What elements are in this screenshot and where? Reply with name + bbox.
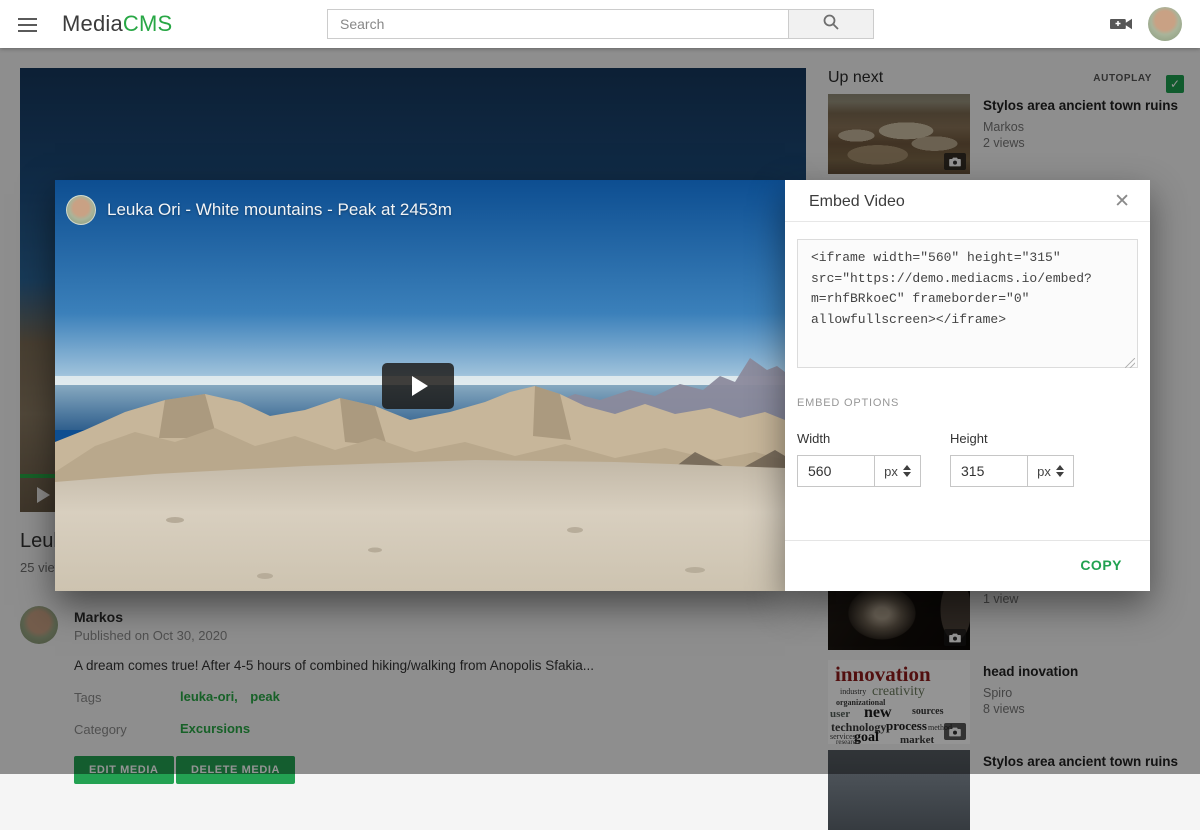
menu-button[interactable] [18,14,40,34]
embed-video-dialog: Embed Video ✕ <iframe width="560" height… [785,180,1150,591]
height-field: Height px [950,431,1074,487]
embed-code-textarea[interactable]: <iframe width="560" height="315" src="ht… [797,239,1138,368]
embed-options-label: EMBED OPTIONS [797,397,1138,409]
logo[interactable]: MediaCMS [62,11,172,37]
updown-arrows-icon [903,465,911,477]
preview-title: Leuka Ori - White mountains - Peak at 24… [107,200,452,220]
play-icon [412,376,428,396]
width-unit-select[interactable]: px [874,455,921,487]
logo-media: Media [62,11,123,36]
embed-code-wrap: <iframe width="560" height="315" src="ht… [797,239,1138,373]
videocam-plus-icon [1110,20,1134,37]
dialog-footer: COPY [785,540,1150,591]
embed-options-fields: Width px Height px [797,431,1138,497]
preview-play-button[interactable] [382,363,454,409]
dialog-title: Embed Video [809,193,905,211]
height-input[interactable] [950,455,1028,487]
updown-arrows-icon [1056,465,1064,477]
dialog-body: <iframe width="560" height="315" src="ht… [785,222,1150,497]
logo-cms: CMS [123,11,173,36]
app-header: MediaCMS [0,0,1200,48]
copy-button[interactable]: COPY [1080,557,1122,573]
height-unit-select[interactable]: px [1027,455,1074,487]
dialog-header: Embed Video ✕ [785,180,1150,222]
width-input[interactable] [797,455,875,487]
upload-media-button[interactable] [1110,15,1134,38]
search-bar [327,9,874,39]
hamburger-icon [18,18,40,32]
width-field: Width px [797,431,921,487]
preview-author-avatar [66,195,96,225]
search-input[interactable] [327,9,788,39]
embed-preview-player[interactable]: Leuka Ori - White mountains - Peak at 24… [55,180,785,591]
search-button[interactable] [788,9,874,39]
height-label: Height [950,431,1074,446]
search-icon [822,13,840,36]
resize-handle-icon[interactable] [1125,358,1135,368]
preview-titlebar: Leuka Ori - White mountains - Peak at 24… [55,180,785,240]
width-label: Width [797,431,921,446]
user-avatar[interactable] [1148,7,1182,41]
close-icon[interactable]: ✕ [1114,190,1130,213]
